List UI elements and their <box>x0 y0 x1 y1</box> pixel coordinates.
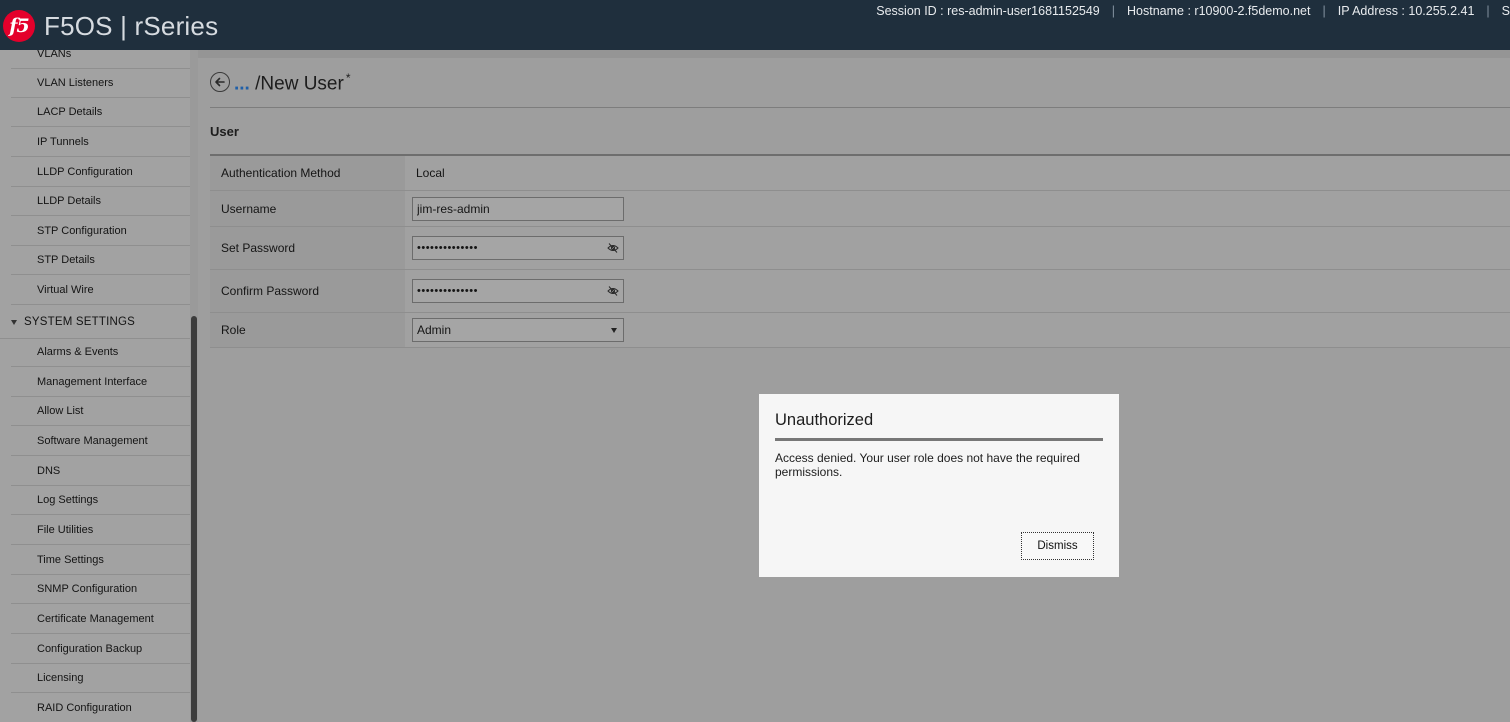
app-header: f5 F5OS | rSeries Session ID : res-admin… <box>0 0 1510 50</box>
sidebar-item-vlan-listeners[interactable]: VLAN Listeners <box>11 69 191 98</box>
sidebar-item-file-utilities[interactable]: File Utilities <box>11 516 191 545</box>
sidebar-item-log-settings[interactable]: Log Settings <box>11 486 191 515</box>
page-title: /New User <box>255 73 344 95</box>
separator: | <box>1486 4 1490 18</box>
auth-method-cell: Local <box>405 156 1510 190</box>
sidebar-item-snmp-configuration[interactable]: SNMP Configuration <box>11 575 191 604</box>
unauthorized-dialog: Unauthorized Access denied. Your user ro… <box>759 394 1119 577</box>
separator: | <box>1111 4 1116 18</box>
hostname: Hostname : r10900-2.f5demo.net <box>1127 4 1311 18</box>
sidebar-item-management-interface[interactable]: Management Interface <box>11 368 191 397</box>
section-label: SYSTEM SETTINGS <box>24 316 135 328</box>
username-label: Username <box>210 191 405 226</box>
divider <box>210 107 1510 108</box>
sidebar-item-alarms-events[interactable]: Alarms & Events <box>11 338 191 367</box>
set-password-input[interactable] <box>412 236 624 260</box>
sidebar-section-system-settings[interactable]: SYSTEM SETTINGS <box>0 306 191 339</box>
dialog-divider <box>775 438 1103 441</box>
sidebar-item-lacp-details[interactable]: LACP Details <box>11 98 191 127</box>
confirm-password-label: Confirm Password <box>210 270 405 312</box>
content-top-bar <box>198 50 1510 58</box>
sidebar-item-allow-list[interactable]: Allow List <box>11 397 191 426</box>
eye-off-icon[interactable] <box>607 285 619 297</box>
sidebar-item-lldp-details[interactable]: LLDP Details <box>11 187 191 216</box>
sidebar-item-certificate-management[interactable]: Certificate Management <box>11 605 191 634</box>
sidebar-item-ip-tunnels[interactable]: IP Tunnels <box>11 128 191 157</box>
role-cell: Admin <box>405 313 1510 347</box>
sidebar-item-vlans[interactable]: VLANs <box>11 50 191 69</box>
session-id: Session ID : res-admin-user1681152549 <box>876 4 1100 18</box>
breadcrumb-ellipsis-link[interactable]: ... <box>234 73 250 94</box>
eye-off-icon[interactable] <box>607 242 619 254</box>
set-password-label: Set Password <box>210 227 405 269</box>
main-content: ... /New User * User Authentication Metho… <box>198 50 1510 722</box>
sidebar-item-stp-configuration[interactable]: STP Configuration <box>11 217 191 246</box>
set-password-cell <box>405 227 1510 269</box>
dialog-message: Access denied. Your user role does not h… <box>775 451 1080 479</box>
modified-marker: * <box>345 71 351 85</box>
caret-down-icon <box>611 328 617 333</box>
caret-down-icon <box>11 320 17 325</box>
header-overflow-text: S <box>1501 4 1510 18</box>
sidebar-item-dns[interactable]: DNS <box>11 457 191 486</box>
confirm-password-cell <box>405 270 1510 312</box>
role-label: Role <box>210 313 405 347</box>
set-password-field <box>412 236 624 260</box>
form-row-set-password: Set Password <box>210 227 1510 270</box>
sidebar-item-time-settings[interactable]: Time Settings <box>11 546 191 575</box>
role-selected-value: Admin <box>417 323 452 337</box>
form-row-confirm-password: Confirm Password <box>210 270 1510 313</box>
username-input[interactable] <box>412 196 624 221</box>
section-title: User <box>210 124 239 139</box>
back-button[interactable] <box>210 72 230 92</box>
role-select[interactable]: Admin <box>412 318 624 342</box>
username-cell <box>405 191 1510 226</box>
sidebar-item-lldp-configuration[interactable]: LLDP Configuration <box>11 158 191 187</box>
session-info: Session ID : res-admin-user1681152549 | Ho… <box>876 4 1510 18</box>
sidebar-item-virtual-wire[interactable]: Virtual Wire <box>11 276 191 305</box>
sidebar-scrollbar[interactable] <box>190 50 198 722</box>
sidebar-item-software-management[interactable]: Software Management <box>11 427 191 456</box>
form-row-auth-method: Authentication Method Local <box>210 156 1510 191</box>
sidebar-item-raid-configuration[interactable]: RAID Configuration <box>11 694 191 722</box>
ip-address: IP Address : 10.255.2.41 <box>1337 4 1475 18</box>
confirm-password-field <box>412 279 624 303</box>
form-row-role: Role Admin <box>210 313 1510 348</box>
sidebar-item-stp-details[interactable]: STP Details <box>11 246 191 275</box>
confirm-password-input[interactable] <box>412 279 624 303</box>
arrow-left-circle-icon <box>215 77 225 87</box>
breadcrumb: ... /New User * <box>234 71 350 95</box>
sidebar-scrollbar-thumb[interactable] <box>191 316 197 722</box>
sidebar-nav: VLANs VLAN Listeners LACP Details IP Tun… <box>0 50 198 722</box>
f5-logo[interactable]: f5 <box>3 10 35 42</box>
dismiss-button[interactable]: Dismiss <box>1021 532 1094 560</box>
auth-method-label: Authentication Method <box>210 156 405 190</box>
dialog-title: Unauthorized <box>775 411 874 429</box>
sidebar-item-configuration-backup[interactable]: Configuration Backup <box>11 635 191 664</box>
sidebar-item-licensing[interactable]: Licensing <box>11 664 191 693</box>
product-name: F5OS | rSeries <box>44 11 219 41</box>
auth-method-value: Local <box>416 166 445 180</box>
form-row-username: Username <box>210 191 1510 227</box>
separator: | <box>1322 4 1326 18</box>
